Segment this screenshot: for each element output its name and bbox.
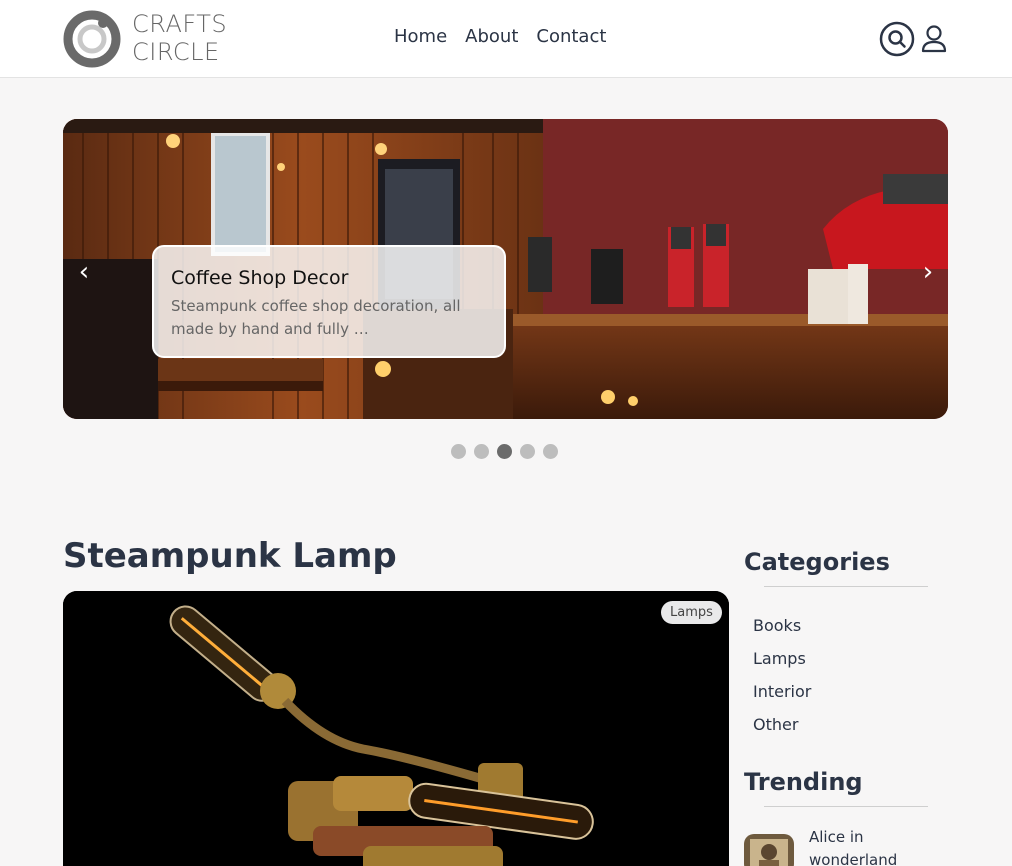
category-item-interior[interactable]: Interior — [753, 675, 811, 708]
slide-caption: Coffee Shop Decor Steampunk coffee shop … — [152, 245, 506, 358]
trending-item[interactable]: Alice in wonderland — [744, 820, 934, 866]
hero-carousel: ‹ › Coffee Shop Decor Steampunk coffee s… — [63, 119, 948, 419]
article-title[interactable]: Steampunk Lamp — [63, 536, 397, 576]
slide-title: Coffee Shop Decor — [171, 267, 349, 289]
category-item-other[interactable]: Other — [753, 708, 811, 741]
categories-heading: Categories — [744, 548, 890, 576]
trending-heading: Trending — [744, 768, 863, 796]
user-icon[interactable] — [920, 24, 948, 54]
category-item-books[interactable]: Books — [753, 609, 811, 642]
trending-thumbnail — [744, 834, 794, 866]
categories-divider — [764, 586, 928, 587]
site-header: CRAFTS CIRCLE Home About Contact — [0, 0, 1012, 78]
brand-line-2: CIRCLE — [132, 38, 220, 66]
brand-logo[interactable]: CRAFTS CIRCLE — [62, 8, 227, 70]
nav-home[interactable]: Home — [394, 26, 447, 47]
carousel-prev-button[interactable]: ‹ — [69, 257, 99, 293]
search-icon[interactable] — [879, 21, 915, 57]
brand-line-1: CRAFTS — [132, 10, 228, 38]
steampunk-lamp-image — [63, 591, 729, 866]
article-image[interactable]: Lamps — [63, 591, 729, 866]
carousel-dot-2[interactable] — [474, 444, 489, 459]
nav-contact[interactable]: Contact — [536, 26, 606, 47]
trending-title: Alice in wonderland — [809, 828, 898, 866]
carousel-dot-3[interactable] — [497, 444, 512, 459]
carousel-next-button[interactable]: › — [913, 257, 943, 293]
carousel-dot-1[interactable] — [451, 444, 466, 459]
slide-description: Steampunk coffee shop decoration, all ma… — [171, 297, 461, 338]
book-cover-image — [744, 834, 794, 866]
category-item-lamps[interactable]: Lamps — [753, 642, 811, 675]
category-tag[interactable]: Lamps — [661, 601, 722, 624]
carousel-dot-4[interactable] — [520, 444, 535, 459]
crafts-circle-logo-icon — [63, 10, 121, 68]
main-nav: Home About Contact — [394, 26, 606, 47]
nav-about[interactable]: About — [465, 26, 518, 47]
category-list: Books Lamps Interior Other — [753, 609, 811, 741]
brand-name: CRAFTS CIRCLE — [132, 10, 227, 66]
trending-divider — [764, 806, 928, 807]
carousel-dot-5[interactable] — [543, 444, 558, 459]
carousel-indicators — [451, 444, 558, 459]
